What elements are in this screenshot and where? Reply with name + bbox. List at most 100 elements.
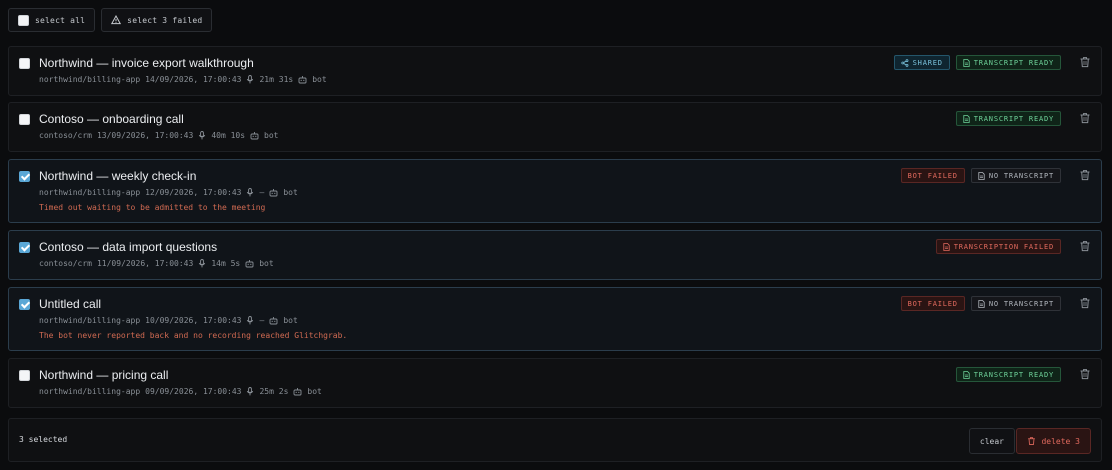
badge-label: NO TRANSCRIPT <box>988 299 1054 308</box>
select-failed-label: select 3 failed <box>127 15 203 25</box>
recording-title: Contoso — onboarding call <box>39 112 184 126</box>
recording-meta: northwind/billing-app 10/09/2026, 17:00:… <box>39 316 298 325</box>
shared-badge: SHARED <box>893 55 950 70</box>
recording-title: Northwind — pricing call <box>39 368 169 382</box>
recording-meta: contoso/crm 11/09/2026, 17:00:43 14m 5s … <box>39 259 274 268</box>
transcript-ready-badge: TRANSCRIPT READY <box>955 111 1061 126</box>
row-checkbox[interactable] <box>19 370 30 381</box>
recording-datetime: 14/09/2026, 17:00:43 <box>145 75 242 84</box>
bot-icon <box>269 317 278 325</box>
trash-icon[interactable] <box>1079 112 1091 124</box>
document-icon <box>978 171 985 180</box>
document-icon <box>978 299 985 308</box>
selection-footer: 3 selected clear delete 3 <box>8 418 1102 462</box>
recording-datetime: 13/09/2026, 17:00:43 <box>96 131 194 140</box>
row-checkbox[interactable] <box>19 114 30 125</box>
status-badges: BOT FAILED NO TRANSCRIPT <box>900 296 1061 311</box>
warning-icon <box>111 15 122 25</box>
share-icon <box>901 58 909 67</box>
repo-name: northwind/billing-app <box>39 387 141 396</box>
repo-name: contoso/crm <box>39 259 92 268</box>
transcript-ready-badge: TRANSCRIPT READY <box>955 55 1061 70</box>
trash-icon[interactable] <box>1079 368 1091 380</box>
recording-card[interactable]: Contoso — onboarding call contoso/crm 13… <box>8 102 1102 152</box>
microphone-icon <box>199 259 206 268</box>
microphone-icon <box>247 316 254 325</box>
recording-datetime: 10/09/2026, 17:00:43 <box>145 316 242 325</box>
status-badges: TRANSCRIPT READY <box>955 111 1061 126</box>
badge-label: SHARED <box>912 58 943 67</box>
recording-duration: 14m 5s <box>211 259 241 268</box>
recording-datetime: 11/09/2026, 17:00:43 <box>96 259 194 268</box>
bot-failed-badge: BOT FAILED <box>900 168 965 183</box>
status-badges: TRANSCRIPT READY <box>955 367 1061 382</box>
badge-label: BOT FAILED <box>907 299 958 308</box>
trash-icon[interactable] <box>1079 169 1091 181</box>
bot-icon <box>269 189 278 197</box>
badge-label: TRANSCRIPT READY <box>973 58 1054 67</box>
recording-card[interactable]: Northwind — weekly check-in northwind/bi… <box>8 159 1102 223</box>
recording-duration: 25m 2s <box>259 387 289 396</box>
recording-duration: 40m 10s <box>211 131 246 140</box>
recording-duration: — <box>259 188 265 197</box>
trash-icon[interactable] <box>1079 56 1091 68</box>
trash-icon <box>1028 437 1036 445</box>
recording-title: Northwind — invoice export walkthrough <box>39 56 254 70</box>
recording-card[interactable]: Northwind — invoice export walkthrough n… <box>8 46 1102 96</box>
recording-meta: contoso/crm 13/09/2026, 17:00:43 40m 10s… <box>39 131 278 140</box>
document-icon <box>943 242 950 251</box>
recording-title: Northwind — weekly check-in <box>39 169 197 183</box>
recording-duration: 21m 31s <box>259 75 294 84</box>
badge-label: TRANSCRIPTION FAILED <box>953 242 1054 251</box>
recording-card[interactable]: Northwind — pricing call northwind/billi… <box>8 358 1102 408</box>
document-icon <box>963 114 970 123</box>
recording-source: bot <box>312 75 327 84</box>
delete-label: delete 3 <box>1041 436 1080 446</box>
document-icon <box>963 370 970 379</box>
row-checkbox[interactable] <box>19 58 30 69</box>
recording-card[interactable]: Untitled call northwind/billing-app 10/0… <box>8 287 1102 351</box>
recording-datetime: 09/09/2026, 17:00:43 <box>145 387 242 396</box>
select-all-button[interactable]: select all <box>8 8 96 32</box>
delete-selected-button[interactable]: delete 3 <box>1016 428 1091 454</box>
recording-source: bot <box>307 387 322 396</box>
recording-title: Contoso — data import questions <box>39 240 218 254</box>
recording-duration: — <box>259 316 265 325</box>
bot-failed-badge: BOT FAILED <box>900 296 965 311</box>
row-checkbox[interactable] <box>19 171 30 182</box>
select-failed-button[interactable]: select 3 failed <box>101 8 213 32</box>
recording-datetime: 12/09/2026, 17:00:43 <box>145 188 242 197</box>
microphone-icon <box>247 75 254 84</box>
bot-icon <box>250 132 259 140</box>
recording-meta: northwind/billing-app 09/09/2026, 17:00:… <box>39 387 322 396</box>
transcription-failed-badge: TRANSCRIPTION FAILED <box>935 239 1061 254</box>
microphone-icon <box>247 188 254 197</box>
status-badges: BOT FAILED NO TRANSCRIPT <box>900 168 1061 183</box>
row-checkbox[interactable] <box>19 299 30 310</box>
badge-label: NO TRANSCRIPT <box>988 171 1054 180</box>
status-badges: SHARED TRANSCRIPT READY <box>893 55 1061 70</box>
recording-source: bot <box>264 131 279 140</box>
badge-label: TRANSCRIPT READY <box>973 370 1054 379</box>
status-badges: TRANSCRIPTION FAILED <box>935 239 1061 254</box>
recording-title: Untitled call <box>39 297 102 311</box>
bot-icon <box>298 76 307 84</box>
transcript-ready-badge: TRANSCRIPT READY <box>955 367 1061 382</box>
clear-selection-button[interactable]: clear <box>968 428 1015 454</box>
bulk-toolbar: select all select 3 failed <box>8 8 213 32</box>
error-message: The bot never reported back and no recor… <box>39 331 348 340</box>
selected-count: 3 selected <box>19 435 68 444</box>
recording-meta: northwind/billing-app 14/09/2026, 17:00:… <box>39 75 327 84</box>
recording-source: bot <box>283 188 298 197</box>
recording-card[interactable]: Contoso — data import questions contoso/… <box>8 230 1102 280</box>
select-all-label: select all <box>35 15 86 25</box>
trash-icon[interactable] <box>1079 240 1091 252</box>
repo-name: contoso/crm <box>39 131 92 140</box>
recording-meta: northwind/billing-app 12/09/2026, 17:00:… <box>39 188 298 197</box>
row-checkbox[interactable] <box>19 242 30 253</box>
select-all-checkbox[interactable] <box>18 14 29 26</box>
document-icon <box>963 58 970 67</box>
badge-label: TRANSCRIPT READY <box>973 114 1054 123</box>
repo-name: northwind/billing-app <box>39 75 141 84</box>
trash-icon[interactable] <box>1079 297 1091 309</box>
